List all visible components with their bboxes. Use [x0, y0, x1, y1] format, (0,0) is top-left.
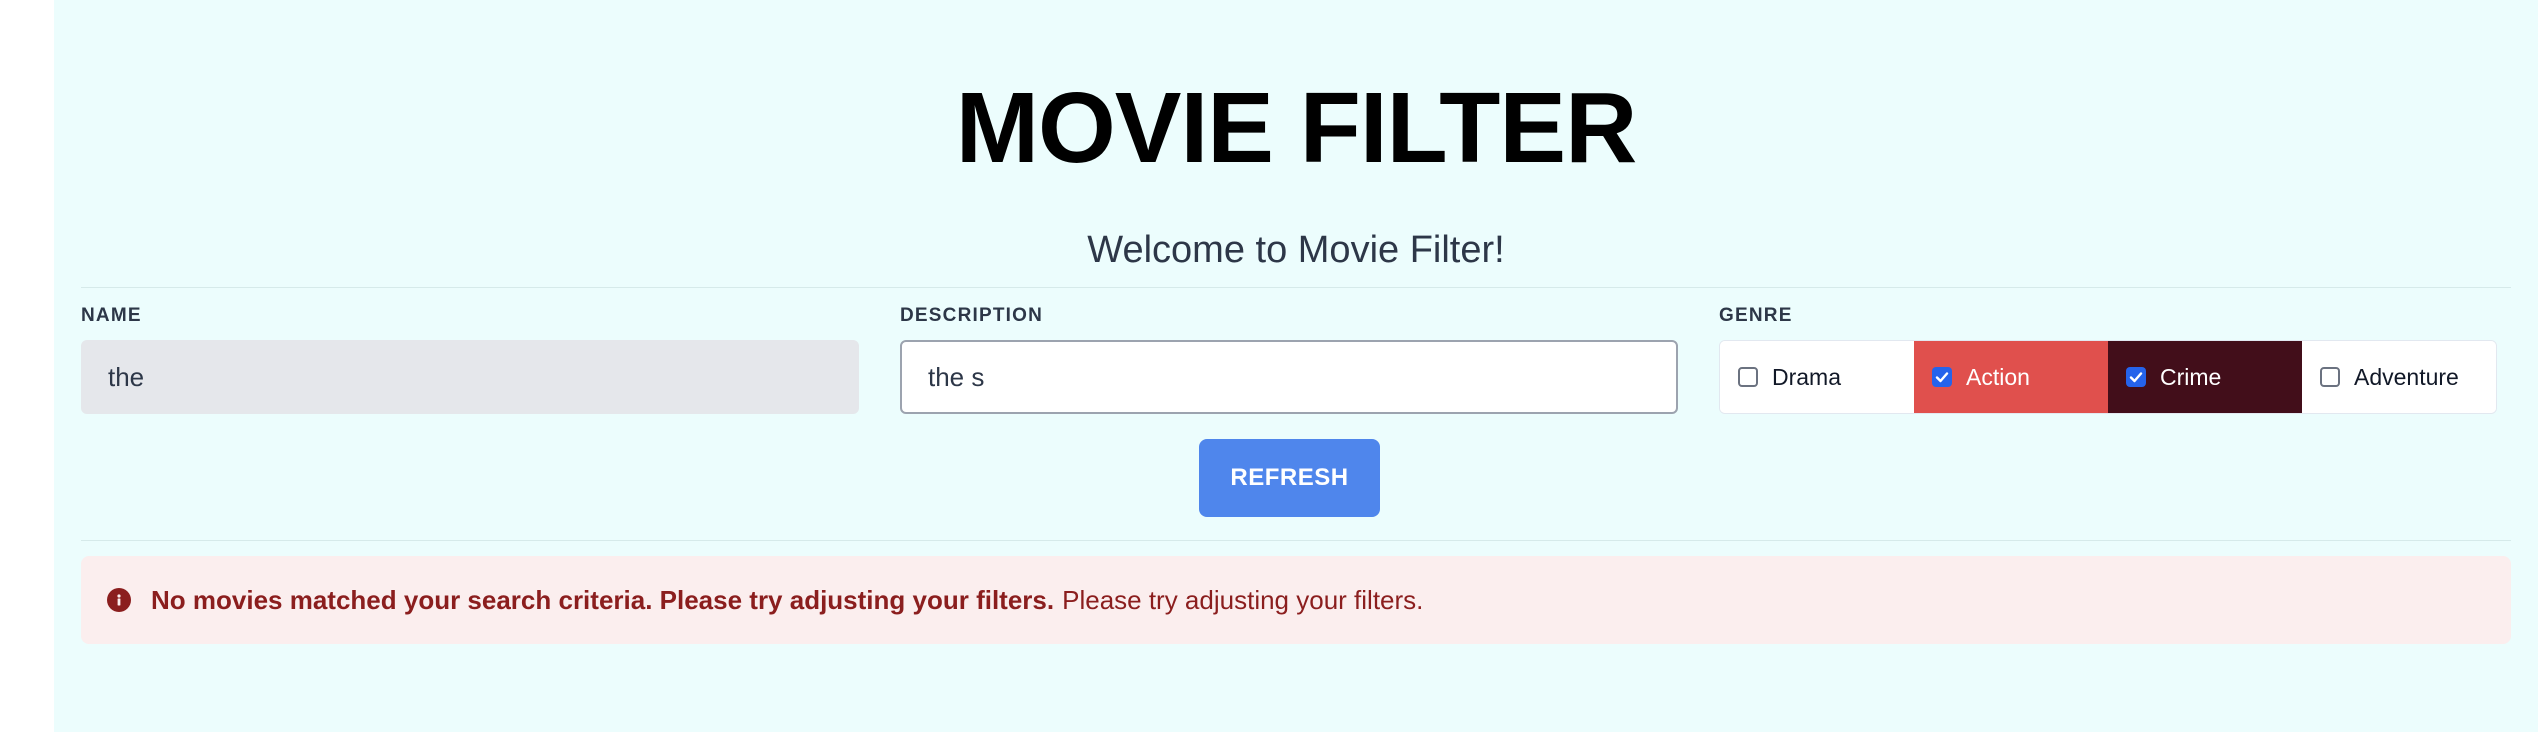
refresh-button[interactable]: REFRESH: [1199, 439, 1380, 517]
name-label: NAME: [81, 305, 142, 326]
genre-label: GENRE: [1719, 305, 1793, 326]
welcome-subtitle: Welcome to Movie Filter!: [1087, 229, 1505, 271]
genre-option-crime[interactable]: Crime: [2108, 341, 2302, 413]
info-icon: [107, 588, 131, 612]
genre-option-label: Crime: [2160, 363, 2222, 390]
genre-option-label: Drama: [1772, 363, 1842, 390]
alert-message: Please try adjusting your filters.: [1062, 584, 1424, 615]
genre-option-drama[interactable]: Drama: [1720, 341, 1914, 413]
description-label: DESCRIPTION: [900, 305, 1044, 326]
page-title: MOVIE FILTER: [955, 72, 1638, 184]
main-panel: MOVIE FILTER Welcome to Movie Filter! NA…: [54, 0, 2538, 732]
bottom-divider: [81, 540, 2511, 541]
genre-option-label: Adventure: [2354, 363, 2459, 390]
checkbox-unchecked-icon[interactable]: [2320, 367, 2340, 387]
no-results-alert: No movies matched your search criteria. …: [81, 556, 2511, 644]
genre-toggle-group: Drama Action Crime Adventure: [1719, 340, 2497, 414]
top-divider: [81, 287, 2511, 288]
alert-title: No movies matched your search criteria. …: [151, 584, 1055, 615]
checkbox-checked-icon[interactable]: [1932, 367, 1952, 387]
genre-option-label: Action: [1966, 363, 2030, 390]
genre-option-action[interactable]: Action: [1914, 341, 2108, 413]
description-input[interactable]: [900, 340, 1678, 414]
checkbox-unchecked-icon[interactable]: [1738, 367, 1758, 387]
checkbox-checked-icon[interactable]: [2126, 367, 2146, 387]
genre-option-adventure[interactable]: Adventure: [2302, 341, 2496, 413]
name-input[interactable]: [81, 340, 859, 414]
